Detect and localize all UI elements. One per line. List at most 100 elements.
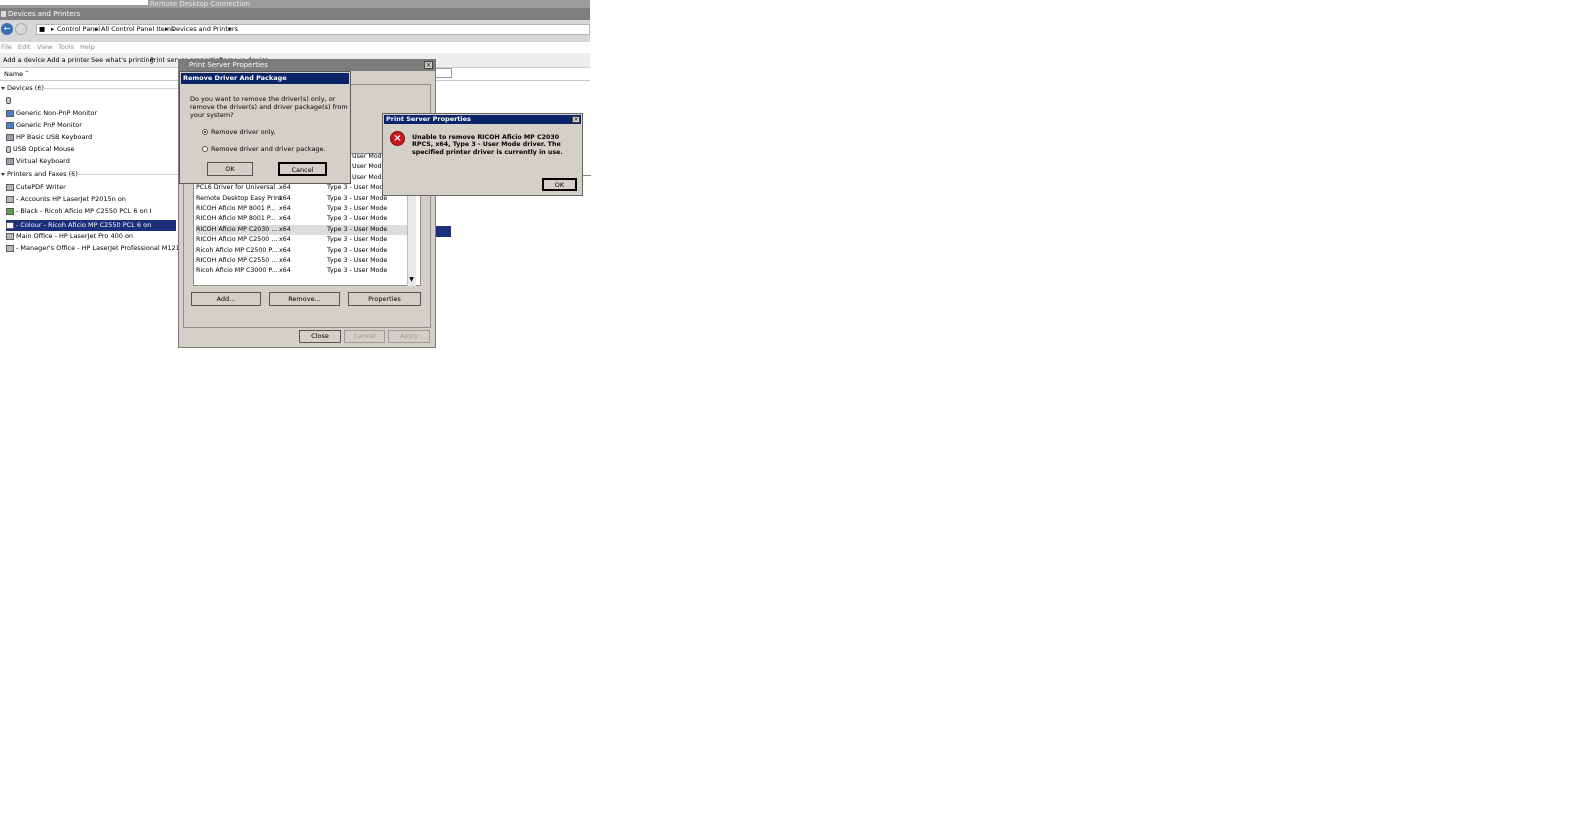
column-header-name[interactable]: Name ˆ	[4, 70, 29, 78]
driver-environment: x64	[279, 246, 291, 254]
devices-group-header[interactable]: Devices (6)	[1, 84, 44, 92]
folder-icon: ■	[39, 25, 46, 33]
device-item[interactable]: Virtual Keyboard	[6, 156, 70, 167]
device-item[interactable]: Generic Non-PnP Monitor	[6, 108, 97, 119]
remove-driver-only-label[interactable]: Remove driver only.	[211, 128, 276, 136]
chevron-right-icon[interactable]: ▸	[165, 25, 168, 34]
device-item[interactable]: USB Optical Mouse	[6, 144, 75, 155]
cancel-button[interactable]: Cancel	[278, 162, 327, 176]
dialog-titlebar: Print Server Properties	[384, 115, 581, 124]
chevron-right-icon[interactable]: ▸	[51, 25, 54, 34]
remote-desktop-tab[interactable]	[0, 0, 148, 5]
forward-button[interactable]	[15, 23, 27, 35]
ok-button[interactable]: OK	[207, 162, 253, 176]
driver-environment: x64	[279, 225, 291, 233]
driver-type: Type 3 - User Mode	[327, 246, 388, 254]
see-whats-printing-button[interactable]: See what's printing	[91, 56, 154, 64]
add-printer-button[interactable]: Add a printer	[47, 56, 90, 64]
breadcrumb-all-items[interactable]: All Control Panel Items	[101, 25, 174, 34]
driver-row[interactable]: Remote Desktop Easy Print x64 Type 3 - Use…	[196, 194, 408, 204]
driver-row[interactable]: PCL6 Driver for Universal ... x64 Type 3 -…	[196, 183, 408, 193]
remove-driver-package-label[interactable]: Remove driver and driver package.	[211, 145, 326, 153]
driver-row[interactable]: RICOH Aficio MP C2550 ... x64 Type 3 - Use…	[196, 256, 408, 266]
driver-row[interactable]: Ricoh Aficio MP C3000 P... x64 Type 3 - Us…	[196, 266, 408, 276]
device-item[interactable]: HP Basic USB Keyboard	[6, 132, 92, 143]
driver-type: Type 3 - User Mode	[327, 267, 388, 275]
mouse-icon	[6, 145, 11, 153]
driver-name: Remote Desktop Easy Print	[196, 194, 282, 202]
properties-button[interactable]: Properties	[348, 292, 421, 306]
driver-row[interactable]: RICOH Aficio MP C2500 ... x64 Type 3 - Use…	[196, 235, 408, 245]
group-divider	[70, 174, 178, 175]
close-icon[interactable]: ×	[424, 61, 433, 69]
sort-up-icon: ˆ	[25, 70, 29, 78]
dialog-titlebar: Print Server Properties	[179, 60, 435, 71]
driver-row[interactable]: RICOH Aficio MP 8001 P... x64 Type 3 - Use…	[196, 204, 408, 214]
driver-type: User Mode	[352, 173, 386, 181]
address-bar[interactable]: ■ ▸ Control Panel ▸ All Control Panel It…	[36, 24, 590, 35]
close-button[interactable]: Close	[299, 330, 341, 343]
menu-tools[interactable]: Tools	[58, 43, 74, 51]
driver-environment: x64	[279, 205, 291, 212]
menu-view[interactable]: View	[37, 43, 52, 51]
menu-edit[interactable]: Edit	[18, 43, 31, 51]
printer-item[interactable]: Main Office - HP LaserJet Pro 400 on	[6, 231, 133, 242]
menu-bar: File Edit View Tools Help	[0, 42, 590, 53]
dialog-question: Do you want to remove the driver(s) only…	[190, 95, 348, 119]
window-title: Devices and Printers	[8, 10, 81, 18]
window-edge	[583, 175, 591, 176]
remove-driver-package-radio[interactable]	[202, 146, 208, 152]
driver-type: Type 3 - User Mode	[327, 205, 388, 212]
printers-group-header[interactable]: Printers and Faxes (6)	[1, 170, 78, 178]
driver-name: RICOH Aficio MP C2030 ...	[196, 225, 278, 233]
chevron-down-icon[interactable]: ▾	[228, 25, 231, 34]
driver-name: RICOH Aficio MP C2550 ...	[196, 257, 278, 264]
scroll-down-arrow-icon[interactable]: ▼	[408, 276, 415, 284]
cancel-button[interactable]: Cancel	[344, 330, 385, 343]
device-item[interactable]: Generic PnP Monitor	[6, 120, 82, 131]
printer-item[interactable]: CutePDF Writer	[6, 182, 66, 193]
driver-row[interactable]: RICOH Aficio MP 8001 P... x64 Type 3 - Use…	[196, 214, 408, 224]
error-message: Unable to remove RICOH Aficio MP C2030 R…	[412, 134, 563, 156]
driver-name: Ricoh Aficio MP C2500 P...	[196, 246, 278, 254]
monitor-icon	[6, 121, 14, 129]
device-item[interactable]	[6, 95, 13, 106]
driver-environment: x64	[279, 194, 291, 202]
remove-driver-dialog: Remove Driver And Package Do you want to…	[179, 71, 351, 184]
printer-item[interactable]: - Manager's Office - HP LaserJet Profess…	[6, 243, 204, 254]
printer-icon	[6, 232, 14, 240]
driver-row[interactable]: Ricoh Aficio MP C2500 P... x64 Type 3 - Us…	[196, 246, 408, 256]
monitor-icon	[6, 109, 14, 117]
back-arrow-icon: ←	[3, 24, 11, 33]
collapse-triangle-icon	[1, 172, 5, 176]
add-driver-button[interactable]: Add...	[191, 292, 261, 306]
chevron-right-icon[interactable]: ▸	[95, 25, 98, 34]
driver-environment: x64	[279, 267, 291, 275]
breadcrumb-control-panel[interactable]: Control Panel	[57, 25, 100, 34]
driver-type: Type 3 - User Mode	[327, 257, 388, 264]
printer-item[interactable]: - Accounts HP LaserJet P2015n on	[6, 194, 126, 205]
usb-device-icon	[6, 96, 11, 104]
driver-type: Type 3 - User Mode	[327, 194, 388, 202]
add-device-button[interactable]: Add a device	[3, 56, 45, 64]
back-button[interactable]: ←	[1, 23, 13, 35]
remove-driver-only-radio[interactable]	[202, 129, 208, 135]
printer-item-selected[interactable]: - Colour - Ricoh Aficio MP C2550 PCL 6 o…	[6, 220, 176, 231]
apply-button[interactable]: Apply	[388, 330, 430, 343]
driver-type: User Mode	[352, 153, 386, 160]
ok-button[interactable]: OK	[542, 178, 577, 191]
remove-driver-button[interactable]: Remove...	[269, 292, 340, 306]
menu-help[interactable]: Help	[80, 43, 95, 51]
printer-icon	[6, 183, 14, 191]
driver-environment: x64	[279, 215, 291, 223]
window-titlebar: Devices and Printers	[0, 8, 590, 20]
close-icon[interactable]: ×	[572, 116, 580, 123]
printer-item[interactable]: - Black - Ricoh Aficio MP C2550 PCL 6 on…	[6, 206, 152, 217]
driver-environment: x64	[279, 184, 291, 192]
window-icon	[1, 11, 6, 17]
printer-icon	[6, 195, 14, 203]
keyboard-icon	[6, 157, 14, 165]
driver-environment: x64	[279, 257, 291, 264]
menu-file[interactable]: File	[1, 43, 12, 51]
driver-row[interactable]: RICOH Aficio MP C2030 ... x64 Type 3 - Use…	[196, 224, 408, 236]
